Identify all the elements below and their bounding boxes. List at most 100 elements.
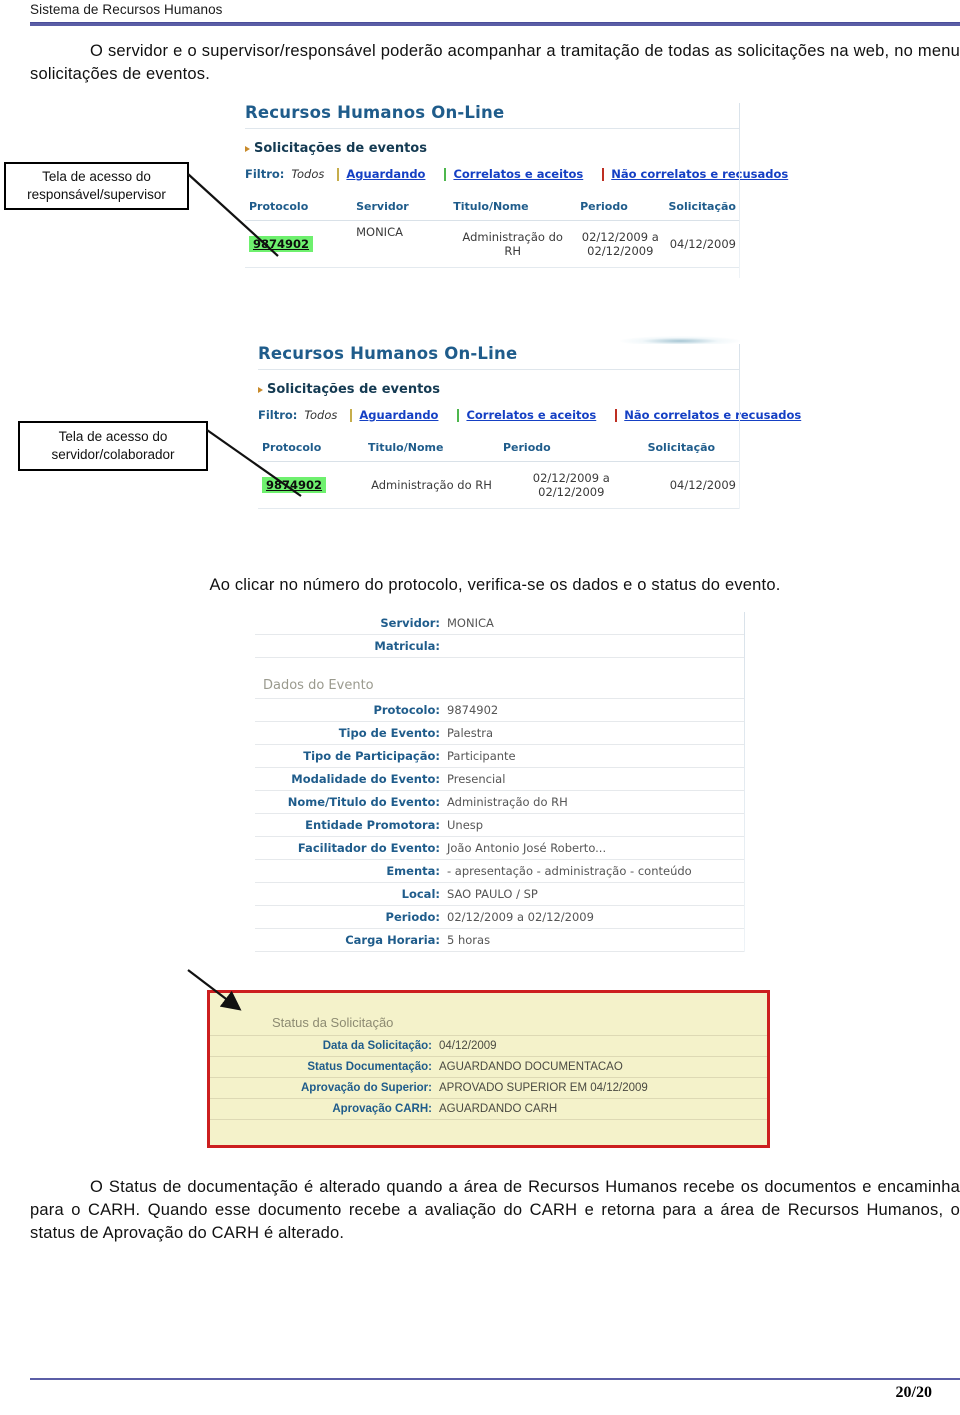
field-label-modalidade-do-evento: Modalidade do Evento: <box>291 772 440 786</box>
field-label-servidor: Servidor: <box>380 616 440 630</box>
column-header-solicitacao: Solicitação <box>664 197 740 221</box>
field-row-carga-horaria: Carga Horaria: 5 horas <box>255 929 745 952</box>
field-value-tipo-de-participacao: Participante <box>447 749 516 763</box>
paragraph-click-protocol: Ao clicar no número do protocolo, verifi… <box>209 576 781 594</box>
filter-current-value[interactable]: Todos <box>291 167 324 181</box>
title-divider <box>245 128 740 129</box>
field-value-entidade-promotora: Unesp <box>447 818 484 832</box>
status-box-inner: Status da Solicitação Data da Solicitaçã… <box>210 993 767 1120</box>
field-value-periodo: 02/12/2009 a 02/12/2009 <box>447 910 594 924</box>
filter-label: Filtro: <box>258 408 298 422</box>
section-header-solicitacoes: Solicitações de eventos <box>258 382 740 397</box>
solicitacoes-table: Protocolo Servidor Titulo/Nome Periodo S… <box>245 197 740 268</box>
field-label-carga-horaria: Carga Horaria: <box>345 933 440 947</box>
field-row-tipo-de-participacao: Tipo de Participação: Participante <box>255 745 745 768</box>
field-label-ementa: Ementa: <box>386 864 440 878</box>
field-row-aprovacao-carh: Aprovação CARH: AGUARDANDO CARH <box>210 1099 767 1120</box>
table-row: 9874902 MONICA Administração do RH 02/12… <box>245 220 740 268</box>
legend-swatch-nao-correlatos <box>615 408 618 422</box>
cell-titulo-nome: Administração do RH <box>449 220 577 268</box>
cell-solicitacao: 04/12/2009 <box>643 461 740 509</box>
field-value-modalidade-do-evento: Presencial <box>447 772 506 786</box>
section-header-label: Solicitações de eventos <box>267 382 440 397</box>
section-header-label: Solicitações de eventos <box>254 141 427 156</box>
table-row: 9874902 Administração do RH 02/12/2009 a… <box>258 461 740 509</box>
field-row-tipo-de-evento: Tipo de Evento: Palestra <box>255 722 745 745</box>
field-value-aprovacao-carh: AGUARDANDO CARH <box>439 1103 558 1115</box>
field-label-matricula: Matricula: <box>374 639 440 653</box>
field-label-status-documentacao: Status Documentação: <box>307 1061 432 1073</box>
header-rule <box>30 22 960 26</box>
filter-link-correlatos-aceitos[interactable]: Correlatos e aceitos <box>453 167 583 181</box>
column-header-servidor: Servidor <box>352 197 450 221</box>
status-da-solicitacao-highlight-box: Status da Solicitação Data da Solicitaçã… <box>207 990 770 1148</box>
cell-periodo: 02/12/2009 a 02/12/2009 <box>576 220 665 268</box>
field-label-data-da-solicitacao: Data da Solicitação: <box>322 1040 432 1052</box>
filter-link-aguardando[interactable]: Aguardando <box>346 167 425 181</box>
cell-titulo-nome: Administração do RH <box>364 461 499 509</box>
running-head: Sistema de Recursos Humanos <box>30 2 223 17</box>
field-row-protocolo: Protocolo: 9874902 <box>255 699 745 722</box>
field-label-periodo: Periodo: <box>385 910 440 924</box>
protocol-link[interactable]: 9874902 <box>262 477 327 493</box>
legend-swatch-correlatos <box>444 167 447 181</box>
filter-bar: Filtro: Todos Aguardando Correlatos e ac… <box>245 167 788 181</box>
field-row-data-da-solicitacao: Data da Solicitação: 04/12/2009 <box>210 1036 767 1057</box>
paragraph-intro: O servidor e o supervisor/responsável po… <box>30 40 960 86</box>
field-value-protocolo: 9874902 <box>447 703 499 717</box>
filter-current-value[interactable]: Todos <box>304 408 337 422</box>
field-value-ementa: - apresentação - administração - conteúd… <box>447 864 692 878</box>
filter-link-nao-correlatos-recusados[interactable]: Não correlatos e recusados <box>624 408 801 422</box>
field-row-status-documentacao: Status Documentação: AGUARDANDO DOCUMENT… <box>210 1057 767 1078</box>
legend-swatch-aguardando <box>337 167 340 181</box>
field-row-local: Local: SAO PAULO / SP <box>255 883 745 906</box>
field-value-aprovacao-do-superior: APROVADO SUPERIOR EM 04/12/2009 <box>439 1082 648 1094</box>
field-row-servidor: Servidor: MONICA <box>255 612 745 635</box>
column-header-titulo-nome: Titulo/Nome <box>364 438 499 462</box>
field-label-nome-titulo-do-evento: Nome/Titulo do Evento: <box>287 795 440 809</box>
filter-link-correlatos-aceitos[interactable]: Correlatos e aceitos <box>466 408 596 422</box>
field-label-aprovacao-do-superior: Aprovação do Superior: <box>301 1082 432 1094</box>
solicitacoes-table: Protocolo Titulo/Nome Periodo Solicitaçã… <box>258 438 740 509</box>
cell-protocolo: 9874902 <box>245 220 353 268</box>
field-value-status-documentacao: AGUARDANDO DOCUMENTACAO <box>439 1061 623 1073</box>
title-divider <box>258 369 740 370</box>
cell-protocolo: 9874902 <box>258 461 365 509</box>
group-title-dados-do-evento: Dados do Evento <box>255 672 745 699</box>
field-row-ementa: Ementa: - apresentação - administração -… <box>255 860 745 883</box>
field-row-matricula: Matricula: <box>255 635 745 658</box>
field-value-facilitador-do-evento: João Antonio José Roberto... <box>447 841 607 855</box>
footer-rule <box>30 1378 960 1380</box>
column-header-titulo-nome: Titulo/Nome <box>449 197 577 221</box>
field-label-protocolo: Protocolo: <box>373 703 440 717</box>
screenshot-servidor-view: Recursos Humanos On-Line Solicitações de… <box>258 344 801 509</box>
section-header-solicitacoes: Solicitações de eventos <box>245 141 740 156</box>
field-label-tipo-de-evento: Tipo de Evento: <box>338 726 440 740</box>
expand-triangle-icon <box>245 145 250 152</box>
legend-swatch-correlatos <box>457 408 460 422</box>
column-header-protocolo: Protocolo <box>245 197 353 221</box>
cell-periodo-line1: 02/12/2009 a <box>581 230 659 244</box>
app-title: Recursos Humanos On-Line <box>245 103 505 122</box>
field-value-nome-titulo-do-evento: Administração do RH <box>447 795 568 809</box>
column-header-protocolo: Protocolo <box>258 438 365 462</box>
field-label-aprovacao-carh: Aprovação CARH: <box>332 1103 432 1115</box>
field-row-periodo: Periodo: 02/12/2009 a 02/12/2009 <box>255 906 745 929</box>
paragraph-intro-text: O servidor e o supervisor/responsável po… <box>30 42 960 83</box>
field-value-servidor: MONICA <box>447 616 494 630</box>
column-header-periodo: Periodo <box>576 197 665 221</box>
field-row-modalidade-do-evento: Modalidade do Evento: Presencial <box>255 768 745 791</box>
protocol-link[interactable]: 9874902 <box>249 236 314 252</box>
cell-periodo-line2: 02/12/2009 <box>587 244 654 258</box>
page-number: 20/20 <box>895 1384 932 1401</box>
document-page: Sistema de Recursos Humanos O servidor e… <box>0 0 960 1415</box>
filter-link-aguardando[interactable]: Aguardando <box>359 408 438 422</box>
field-row-entidade-promotora: Entidade Promotora: Unesp <box>255 814 745 837</box>
filter-bar: Filtro: Todos Aguardando Correlatos e ac… <box>258 408 801 422</box>
field-value-data-da-solicitacao: 04/12/2009 <box>439 1040 497 1052</box>
filter-link-nao-correlatos-recusados[interactable]: Não correlatos e recusados <box>611 167 788 181</box>
form-spacer <box>255 658 745 672</box>
field-label-facilitador-do-evento: Facilitador do Evento: <box>297 841 440 855</box>
app-title: Recursos Humanos On-Line <box>258 344 518 363</box>
field-row-facilitador-do-evento: Facilitador do Evento: João Antonio José… <box>255 837 745 860</box>
